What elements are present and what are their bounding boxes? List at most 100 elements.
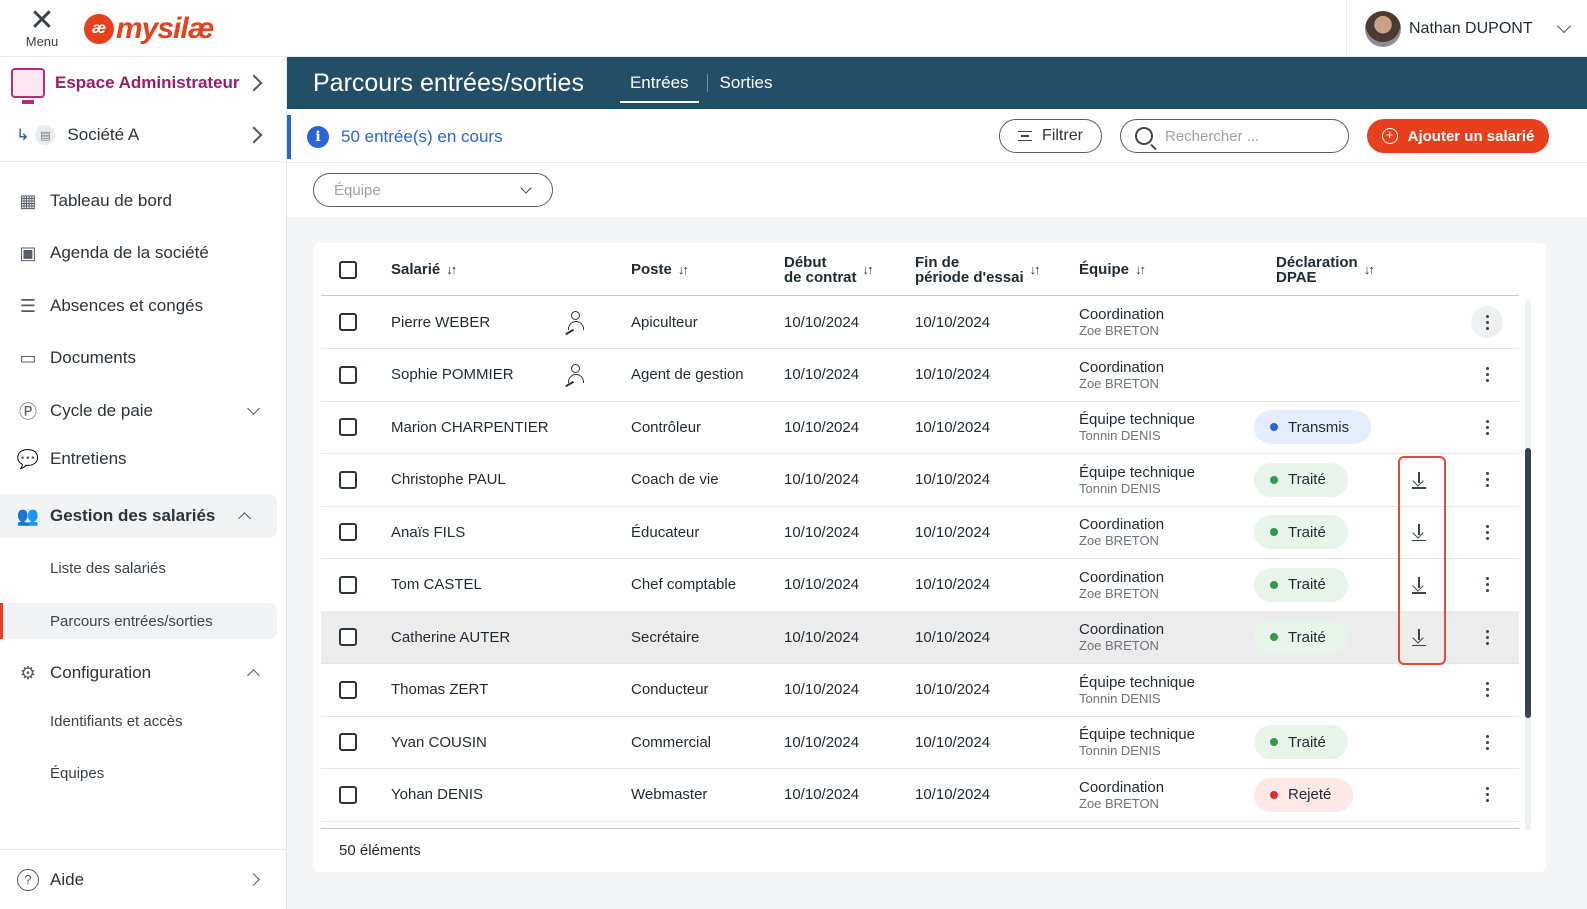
table-row[interactable]: Yohan DENIS Webmaster 10/10/2024 10/10/2024… xyxy=(321,769,1519,822)
dpae-cell: Traité xyxy=(1254,611,1348,663)
sidebar-subitem-onboarding[interactable]: Parcours entrées/sorties xyxy=(0,603,277,639)
more-vertical-icon[interactable] xyxy=(1471,516,1503,548)
employee-name[interactable]: Christophe PAUL xyxy=(391,454,506,506)
column-debut[interactable]: Début de contrat ↓↑ xyxy=(784,243,874,296)
more-vertical-icon[interactable] xyxy=(1471,779,1503,811)
logo-text: mysilæ xyxy=(116,12,214,45)
row-checkbox[interactable] xyxy=(339,785,357,804)
employee-name[interactable]: Yvan COUSIN xyxy=(391,716,487,768)
sidebar-item-dashboard[interactable]: ▦ Tableau de bord xyxy=(0,179,286,223)
row-checkbox[interactable] xyxy=(339,470,357,489)
employee-name[interactable]: Anaïs FILS xyxy=(391,506,465,558)
search-input[interactable] xyxy=(1165,127,1335,145)
scrollbar-thumb[interactable] xyxy=(1525,448,1531,718)
sidebar-company[interactable]: ↳ ▤ Société A xyxy=(0,109,286,161)
column-poste[interactable]: Poste ↓↑ xyxy=(631,243,689,296)
employee-name[interactable]: Pierre WEBER xyxy=(391,296,490,348)
employee-name[interactable]: Tom CASTEL xyxy=(391,559,482,611)
trial-end: 10/10/2024 xyxy=(915,628,991,646)
employee-name[interactable]: Sophie POMMIER xyxy=(391,349,514,401)
sidebar-subitem-credentials[interactable]: Identifiants et accès xyxy=(0,703,277,739)
row-checkbox[interactable] xyxy=(339,628,357,646)
more-vertical-icon[interactable] xyxy=(1471,569,1503,601)
column-salarie[interactable]: Salarié ↓↑ xyxy=(391,243,457,296)
employee-name[interactable]: Thomas ZERT xyxy=(391,664,488,716)
more-vertical-icon[interactable] xyxy=(1471,674,1503,706)
row-checkbox[interactable] xyxy=(339,680,357,699)
row-checkbox[interactable] xyxy=(339,575,357,594)
building-icon: ▤ xyxy=(35,125,56,145)
employee-name[interactable]: Marion CHARPENTIER xyxy=(391,401,549,453)
user-menu[interactable]: Nathan DUPONT xyxy=(1346,0,1587,57)
row-checkbox[interactable] xyxy=(339,313,357,331)
download-icon[interactable] xyxy=(1411,576,1427,594)
team-cell: Équipe technique Tonnin DENIS xyxy=(1079,454,1195,506)
sidebar-admin-space[interactable]: Espace Administrateur xyxy=(0,57,286,109)
tab-entrees[interactable]: Entrées xyxy=(619,57,699,109)
download-icon[interactable] xyxy=(1411,471,1427,489)
sidebar-item-label: Cycle de paie xyxy=(50,401,154,420)
row-checkbox[interactable] xyxy=(339,418,357,436)
dpae-cell: Traité xyxy=(1254,454,1348,506)
column-fin[interactable]: Fin de période d'essai ↓↑ xyxy=(915,243,1041,296)
table-row[interactable]: Catherine AUTER Secrétaire 10/10/2024 10/10… xyxy=(321,611,1519,664)
contract-start: 10/10/2024 xyxy=(784,366,860,383)
table-row[interactable]: Christophe PAUL Coach de vie 10/10/2024 10/… xyxy=(321,454,1519,507)
sidebar-subitem-teams[interactable]: Équipes xyxy=(0,755,277,791)
download-cell xyxy=(1399,611,1439,663)
more-vertical-icon[interactable] xyxy=(1471,411,1503,443)
employees-table-card: Salarié ↓↑ Poste ↓↑ Début de contrat ↓↑ F… xyxy=(313,243,1546,872)
more-vertical-icon[interactable] xyxy=(1471,306,1503,338)
row-checkbox[interactable] xyxy=(339,523,357,541)
table-row[interactable]: Thomas ZERT Conducteur 10/10/2024 10/10/202… xyxy=(321,664,1519,717)
table-row[interactable]: Sophie POMMIER Agent de gestion 10/10/2024… xyxy=(321,349,1519,402)
sidebar-item-payroll[interactable]: Ⓟ Cycle de paie xyxy=(0,389,286,433)
sidebar-item-documents[interactable]: ▭ Documents xyxy=(0,336,286,380)
download-icon[interactable] xyxy=(1411,523,1427,541)
sidebar-item-absences[interactable]: ☰ Absences et congés xyxy=(0,284,286,328)
team-name: Coordination xyxy=(1079,306,1165,323)
employee-name[interactable]: Catherine AUTER xyxy=(391,611,510,663)
sidebar-item-employees[interactable]: 👥 Gestion des salariés xyxy=(0,494,277,538)
search-box[interactable] xyxy=(1120,119,1349,153)
column-dpae[interactable]: Déclaration DPAE ↓↑ xyxy=(1276,243,1375,296)
more-vertical-icon[interactable] xyxy=(1471,726,1503,758)
employee-name[interactable]: Yohan DENIS xyxy=(391,769,483,821)
table-row[interactable]: Anaïs FILS Éducateur 10/10/2024 10/10/2024 C… xyxy=(321,506,1519,559)
person-arrival-icon[interactable] xyxy=(565,310,587,335)
row-checkbox[interactable] xyxy=(339,733,357,751)
select-all-checkbox[interactable] xyxy=(339,260,357,279)
status-badge: Traité xyxy=(1254,515,1348,549)
sidebar-item-configuration[interactable]: ⚙ Configuration xyxy=(0,651,286,695)
team-select[interactable]: Équipe xyxy=(313,173,553,207)
download-icon[interactable] xyxy=(1411,628,1427,646)
table-row[interactable]: Yvan COUSIN Commercial 10/10/2024 10/10/202… xyxy=(321,716,1519,769)
table-row[interactable]: Tom CASTEL Chef comptable 10/10/2024 10/10/… xyxy=(321,559,1519,612)
sidebar-item-interviews[interactable]: 💬 Entretiens xyxy=(0,437,286,481)
app-logo[interactable]: æ mysilæ xyxy=(84,12,214,46)
menu-button[interactable]: ✕ Menu xyxy=(18,6,66,52)
employee-position: Éducateur xyxy=(631,523,700,541)
trial-end: 10/10/2024 xyxy=(915,313,991,331)
person-arrival-icon[interactable] xyxy=(565,363,587,387)
folder-icon: ▭ xyxy=(19,347,37,368)
more-vertical-icon[interactable] xyxy=(1471,464,1503,496)
more-vertical-icon[interactable] xyxy=(1471,621,1503,653)
table-row[interactable]: Pierre WEBER Apiculteur 10/10/2024 10/10/20… xyxy=(321,296,1519,349)
filter-button[interactable]: Filtrer xyxy=(999,119,1102,153)
more-vertical-icon[interactable] xyxy=(1471,359,1503,391)
sidebar-subitem-employee-list[interactable]: Liste des salariés xyxy=(0,550,277,586)
table-row[interactable]: Marion CHARPENTIER Contrôleur 10/10/2024 10… xyxy=(321,401,1519,454)
team-manager: Tonnin DENIS xyxy=(1079,690,1161,706)
row-checkbox[interactable] xyxy=(339,365,357,384)
sidebar-item-agenda[interactable]: ▣ Agenda de la société xyxy=(0,231,286,275)
tab-sorties[interactable]: Sorties xyxy=(716,57,777,109)
contract-start: 10/10/2024 xyxy=(784,733,860,751)
add-employee-button[interactable]: + Ajouter un salarié xyxy=(1367,119,1549,153)
team-manager: Tonnin DENIS xyxy=(1079,743,1161,758)
team-name: Coordination xyxy=(1079,778,1165,796)
chevron-right-icon xyxy=(247,873,260,886)
column-equipe[interactable]: Équipe ↓↑ xyxy=(1079,243,1146,296)
status-dot xyxy=(1270,738,1278,746)
sidebar-item-help[interactable]: ? Aide xyxy=(0,849,286,909)
